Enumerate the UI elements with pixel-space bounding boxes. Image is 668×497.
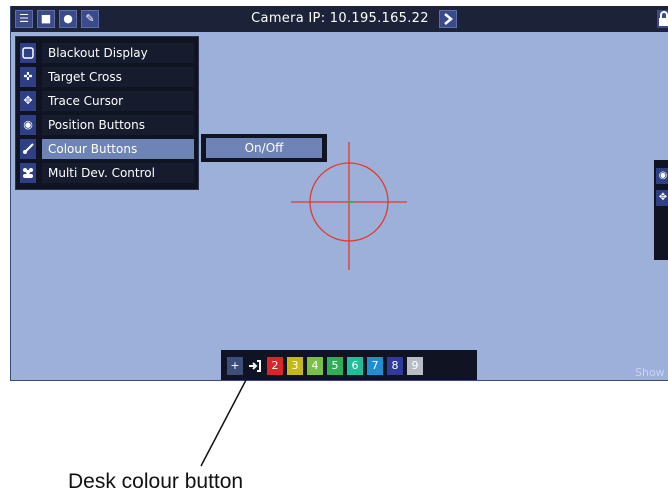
desk-colour-button[interactable] bbox=[247, 357, 263, 375]
eye-icon[interactable]: ◉ bbox=[656, 168, 668, 184]
chevron-right-icon[interactable] bbox=[439, 10, 457, 28]
move-arrows-icon: ✥ bbox=[20, 91, 36, 111]
side-panel: ◉ ✥ bbox=[654, 160, 668, 260]
target-cross-icon: ✜ bbox=[20, 67, 36, 87]
menu-item-target-cross[interactable]: ✜ Target Cross bbox=[20, 67, 194, 87]
colour-button-3[interactable]: 3 bbox=[287, 357, 303, 375]
add-button[interactable]: + bbox=[227, 357, 243, 375]
menu-item-blackout-display[interactable]: Blackout Display bbox=[20, 43, 194, 63]
menu-item-position-buttons[interactable]: ◉ Position Buttons bbox=[20, 115, 194, 135]
colour-button-5[interactable]: 5 bbox=[327, 357, 343, 375]
menu-item-trace-cursor[interactable]: ✥ Trace Cursor bbox=[20, 91, 194, 111]
colour-button-8[interactable]: 8 bbox=[387, 357, 403, 375]
colour-button-7[interactable]: 7 bbox=[367, 357, 383, 375]
show-label: Show 6 bbox=[635, 366, 665, 380]
target-crosshair bbox=[291, 142, 407, 270]
record-circle-icon: ◉ bbox=[20, 115, 36, 135]
menu-item-label: Blackout Display bbox=[42, 43, 194, 63]
colour-button-2[interactable]: 2 bbox=[267, 357, 283, 375]
menu-item-label: Colour Buttons bbox=[42, 139, 194, 159]
camera-ip-label: Camera IP: 10.195.165.22 bbox=[251, 11, 429, 26]
menu-item-label: Target Cross bbox=[42, 67, 194, 87]
colour-button-4[interactable]: 4 bbox=[307, 357, 323, 375]
top-bar: ☰ ■ ● ✎ Camera IP: 10.195.165.22 bbox=[11, 6, 668, 32]
annotation-caption: Desk colour button bbox=[68, 470, 244, 493]
square-icon bbox=[20, 43, 36, 63]
colour-button-9[interactable]: 9 bbox=[407, 357, 423, 375]
paintbrush-icon bbox=[20, 139, 36, 159]
menu-item-label: Multi Dev. Control bbox=[42, 163, 194, 183]
menu-item-multi-dev-control[interactable]: Multi Dev. Control bbox=[20, 163, 194, 183]
settings-menu: Blackout Display ✜ Target Cross ✥ Trace … bbox=[15, 36, 199, 190]
lock-icon[interactable] bbox=[657, 10, 668, 28]
users-icon bbox=[20, 163, 36, 183]
move-arrows-icon[interactable]: ✥ bbox=[656, 190, 668, 206]
colour-button-6[interactable]: 6 bbox=[347, 357, 363, 375]
camera-screen: ☰ ■ ● ✎ Camera IP: 10.195.165.22 Blackou… bbox=[10, 6, 668, 381]
menu-item-label: Position Buttons bbox=[42, 115, 194, 135]
menu-item-colour-buttons[interactable]: Colour Buttons bbox=[20, 139, 194, 159]
colour-button-bar: + 2 3 4 5 6 7 8 9 bbox=[221, 350, 477, 380]
menu-item-label: Trace Cursor bbox=[42, 91, 194, 111]
